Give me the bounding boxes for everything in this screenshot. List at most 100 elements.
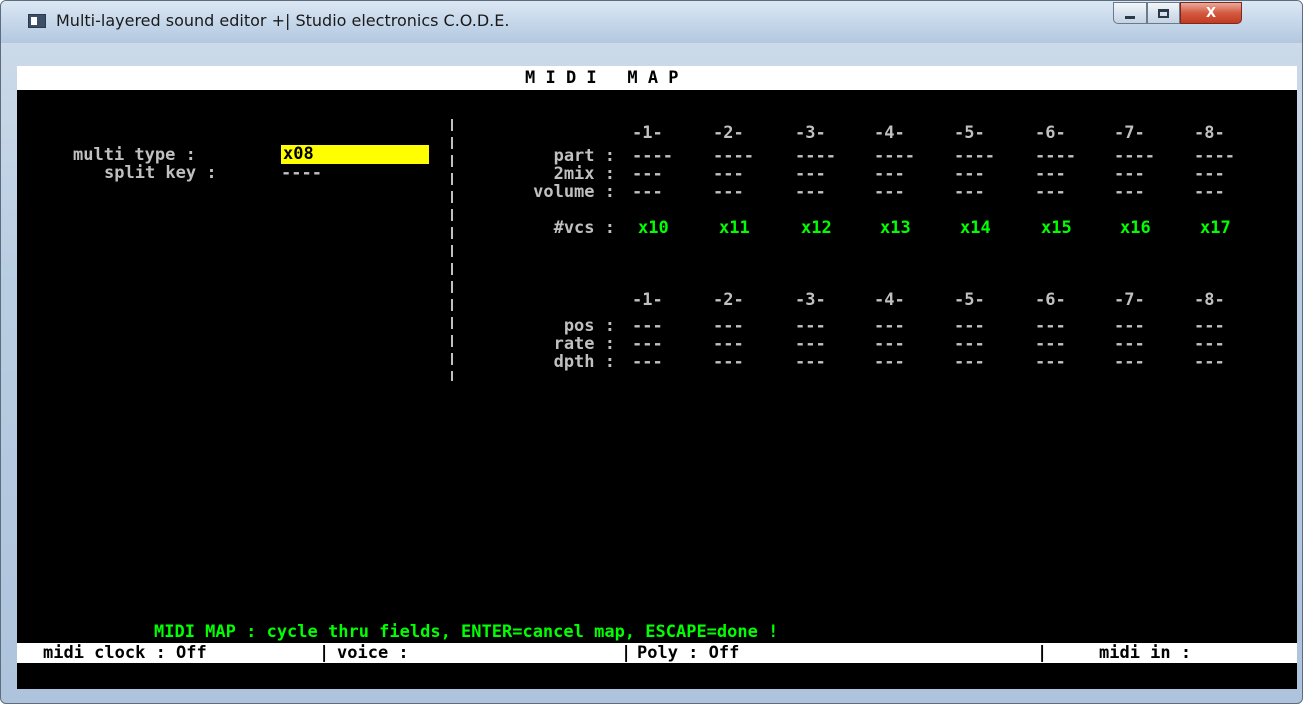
cell-value[interactable]: --- bbox=[1035, 183, 1066, 201]
poly-status: Poly : Off bbox=[637, 643, 740, 663]
multi-type-label: multi type : bbox=[73, 145, 196, 165]
row-label: pos : bbox=[563, 316, 615, 336]
maximize-button[interactable] bbox=[1147, 2, 1180, 24]
column-header: -2- bbox=[713, 290, 744, 310]
page-title: M I D I M A P bbox=[525, 68, 679, 88]
column-header: -4- bbox=[874, 290, 905, 310]
cell-value[interactable]: --- bbox=[954, 317, 985, 335]
cell-value[interactable]: x14 bbox=[960, 219, 991, 237]
column-header: -3- bbox=[795, 123, 826, 143]
column-divider bbox=[451, 119, 453, 381]
cell-value[interactable]: --- bbox=[1114, 353, 1145, 371]
cell-value[interactable]: ---- bbox=[874, 147, 915, 165]
cell-value[interactable]: x15 bbox=[1041, 219, 1072, 237]
cell-value[interactable]: --- bbox=[874, 353, 905, 371]
cell-value[interactable]: --- bbox=[632, 335, 663, 353]
cell-value[interactable]: --- bbox=[632, 353, 663, 371]
multi-type-field[interactable]: x08 bbox=[281, 145, 429, 164]
row-label: rate : bbox=[553, 334, 615, 354]
cell-value[interactable]: --- bbox=[632, 317, 663, 335]
cell-value[interactable]: --- bbox=[1035, 165, 1066, 183]
cell-value[interactable]: ---- bbox=[713, 147, 754, 165]
midi-in-status: midi in : bbox=[1099, 643, 1192, 663]
cell-value[interactable]: x12 bbox=[801, 219, 832, 237]
row-label: #vcs : bbox=[553, 218, 615, 238]
cell-value[interactable]: --- bbox=[874, 335, 905, 353]
cell-value[interactable]: ---- bbox=[1035, 147, 1076, 165]
column-header: -5- bbox=[954, 123, 985, 143]
cell-value[interactable]: --- bbox=[713, 353, 744, 371]
cell-value[interactable]: --- bbox=[795, 353, 826, 371]
console-area[interactable]: M I D I M A P multi type : x08 split key… bbox=[17, 66, 1297, 689]
cell-value[interactable]: x16 bbox=[1120, 219, 1151, 237]
cell-value[interactable]: --- bbox=[1035, 335, 1066, 353]
cell-value[interactable]: --- bbox=[713, 317, 744, 335]
cell-value[interactable]: --- bbox=[1194, 353, 1225, 371]
column-header: -2- bbox=[713, 123, 744, 143]
cell-value[interactable]: --- bbox=[954, 335, 985, 353]
cell-value[interactable]: x10 bbox=[638, 219, 669, 237]
column-header: -1- bbox=[632, 290, 663, 310]
minimize-icon bbox=[1125, 15, 1135, 19]
cell-value[interactable]: --- bbox=[632, 165, 663, 183]
cell-value[interactable]: x17 bbox=[1200, 219, 1231, 237]
cell-value[interactable]: ---- bbox=[1194, 147, 1235, 165]
row-label: volume : bbox=[533, 182, 615, 202]
cell-value[interactable]: --- bbox=[795, 165, 826, 183]
cell-value[interactable]: --- bbox=[1114, 335, 1145, 353]
cell-value[interactable]: --- bbox=[1114, 165, 1145, 183]
cell-value[interactable]: ---- bbox=[954, 147, 995, 165]
cell-value[interactable]: --- bbox=[874, 317, 905, 335]
console-app-icon[interactable] bbox=[28, 14, 46, 28]
header-bar: M I D I M A P bbox=[17, 66, 1297, 90]
column-header: -6- bbox=[1035, 290, 1066, 310]
cell-value[interactable]: --- bbox=[1035, 317, 1066, 335]
cell-value[interactable]: --- bbox=[874, 165, 905, 183]
column-header: -5- bbox=[954, 290, 985, 310]
help-line: MIDI MAP : cycle thru fields, ENTER=canc… bbox=[154, 622, 779, 642]
cell-value[interactable]: ---- bbox=[795, 147, 836, 165]
maximize-icon bbox=[1158, 8, 1169, 18]
row-label: 2mix : bbox=[553, 164, 615, 184]
cell-value[interactable]: --- bbox=[954, 353, 985, 371]
cell-value[interactable]: --- bbox=[954, 165, 985, 183]
cell-value[interactable]: x13 bbox=[880, 219, 911, 237]
column-header: -8- bbox=[1194, 290, 1225, 310]
cell-value[interactable]: --- bbox=[1114, 183, 1145, 201]
cell-value[interactable]: --- bbox=[795, 183, 826, 201]
multi-type-value: x08 bbox=[283, 144, 314, 164]
cell-value[interactable]: --- bbox=[1035, 353, 1066, 371]
cell-value[interactable]: --- bbox=[1194, 165, 1225, 183]
cell-value[interactable]: ---- bbox=[1114, 147, 1155, 165]
column-header: -7- bbox=[1114, 123, 1145, 143]
cell-value[interactable]: --- bbox=[954, 183, 985, 201]
cell-value[interactable]: --- bbox=[1114, 317, 1145, 335]
column-header: -6- bbox=[1035, 123, 1066, 143]
status-separator: | bbox=[621, 643, 632, 663]
cell-value[interactable]: --- bbox=[874, 183, 905, 201]
cell-value[interactable]: --- bbox=[713, 183, 744, 201]
cell-value[interactable]: --- bbox=[632, 183, 663, 201]
cell-value[interactable]: --- bbox=[1194, 317, 1225, 335]
split-key-value[interactable]: ---- bbox=[281, 164, 322, 182]
cell-value[interactable]: ---- bbox=[632, 147, 673, 165]
status-separator: | bbox=[319, 643, 330, 663]
cell-value[interactable]: --- bbox=[795, 335, 826, 353]
cell-value[interactable]: --- bbox=[1194, 183, 1225, 201]
midi-clock-status: midi clock : Off bbox=[43, 643, 207, 663]
column-header: -4- bbox=[874, 123, 905, 143]
status-bar: midi clock : Off | voice : | Poly : Off … bbox=[17, 643, 1297, 663]
cell-value[interactable]: --- bbox=[1194, 335, 1225, 353]
row-label: dpth : bbox=[553, 352, 615, 372]
close-button[interactable]: X bbox=[1180, 2, 1242, 24]
cell-value[interactable]: --- bbox=[795, 317, 826, 335]
column-header: -8- bbox=[1194, 123, 1225, 143]
close-icon: X bbox=[1205, 5, 1217, 21]
cell-value[interactable]: --- bbox=[713, 165, 744, 183]
title-bar[interactable]: Multi-layered sound editor +| Studio ele… bbox=[1, 1, 1302, 43]
app-window: Multi-layered sound editor +| Studio ele… bbox=[0, 0, 1303, 704]
split-key-label: split key : bbox=[104, 163, 217, 183]
minimize-button[interactable] bbox=[1113, 2, 1147, 24]
cell-value[interactable]: --- bbox=[713, 335, 744, 353]
cell-value[interactable]: x11 bbox=[719, 219, 750, 237]
